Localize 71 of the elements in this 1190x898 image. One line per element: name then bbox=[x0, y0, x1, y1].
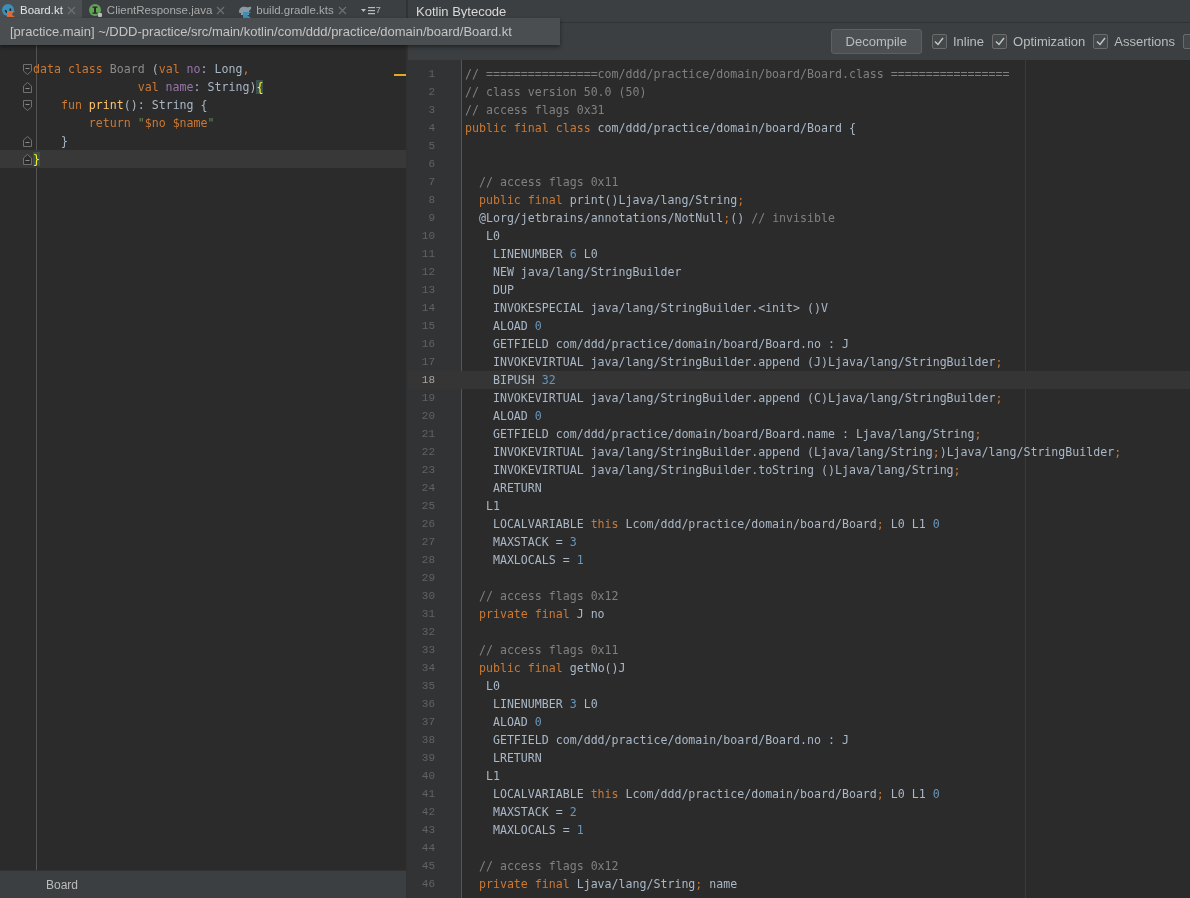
fold-icon bbox=[23, 99, 32, 111]
code-line: GETFIELD com/ddd/practice/domain/board/Board.no : J bbox=[491, 336, 849, 353]
code-line: LINENUMBER 6 L0 bbox=[491, 246, 598, 263]
list-icon bbox=[360, 5, 375, 15]
code-line: fun print(): String { bbox=[59, 97, 208, 114]
code-line: private final J no bbox=[477, 606, 605, 623]
code-line: INVOKEVIRTUAL java/lang/StringBuilder.append (J)Ljava/lang/StringBuilder; bbox=[491, 354, 1003, 371]
code-line: L0 bbox=[484, 228, 500, 245]
code-line: val name: String){ bbox=[136, 79, 264, 96]
warning-stripe-mark bbox=[394, 74, 406, 76]
editor-tab[interactable]: Board.kt bbox=[0, 0, 82, 20]
close-icon bbox=[216, 5, 226, 15]
code-line: // access flags 0x12 bbox=[477, 588, 619, 605]
tab-overflow-button[interactable]: 7 bbox=[360, 5, 381, 15]
tool-window-title: Kotlin Bytecode bbox=[416, 3, 507, 19]
code-line: ALOAD 0 bbox=[491, 318, 542, 335]
code-line: GETFIELD com/ddd/practice/domain/board/Board.no : J bbox=[491, 732, 849, 749]
code-line: // access flags 0x11 bbox=[477, 642, 619, 659]
code-line: } bbox=[59, 133, 68, 150]
code-line: @Lorg/jetbrains/annotations/NotNull;() // invisible bbox=[477, 210, 835, 227]
code-line: L1 bbox=[484, 768, 500, 785]
file-path-tooltip: [practice.main] ~/DDD-practice/src/main/kotlin/com/ddd/practice/domain/board/Board.kt bbox=[0, 18, 560, 45]
code-line: public final class com/ddd/practice/domain/board/Board { bbox=[465, 120, 856, 137]
code-line: DUP bbox=[491, 282, 514, 299]
code-line: LRETURN bbox=[491, 750, 542, 767]
decompile-button[interactable]: Decompile bbox=[830, 29, 922, 54]
code-line: public final print()Ljava/lang/String; bbox=[477, 192, 745, 209]
fold-icon bbox=[23, 135, 32, 147]
code-line: GETFIELD com/ddd/practice/domain/board/Board.name : Ljava/lang/String; bbox=[491, 426, 982, 443]
breadcrumb[interactable]: Board bbox=[46, 877, 79, 892]
checkbox-label[interactable]: Assertions bbox=[1114, 34, 1175, 49]
code-line: private final Ljava/lang/String; name bbox=[477, 876, 738, 893]
code-line: // access flags 0x12 bbox=[477, 858, 619, 875]
code-line: MAXLOCALS = 1 bbox=[491, 552, 584, 569]
code-line: LINENUMBER 3 L0 bbox=[491, 696, 598, 713]
code-line: // class version 50.0 (50) bbox=[465, 84, 647, 101]
code-line: INVOKEVIRTUAL java/lang/StringBuilder.append (Ljava/lang/String;)Ljava/lang/StringBuilder; bbox=[491, 444, 1122, 461]
code-line: MAXSTACK = 3 bbox=[491, 534, 577, 551]
code-line: ALOAD 0 bbox=[491, 408, 542, 425]
code-line: BIPUSH 32 bbox=[491, 372, 556, 389]
checkbox-label[interactable]: Optimization bbox=[1013, 34, 1086, 49]
code-line: data class Board (val no: Long, bbox=[32, 61, 250, 78]
code-line: // ================com/ddd/practice/domain/board/Board.class ================= bbox=[465, 66, 1010, 83]
fold-icon bbox=[23, 153, 32, 165]
code-line: INVOKESPECIAL java/lang/StringBuilder.<init> ()V bbox=[491, 300, 828, 317]
checkbox-label[interactable]: Inline bbox=[952, 34, 985, 49]
line-number: 18 bbox=[420, 374, 435, 386]
code-line: // access flags 0x11 bbox=[477, 174, 619, 191]
code-line: ALOAD 0 bbox=[491, 714, 542, 731]
code-line: ARETURN bbox=[491, 480, 542, 497]
fold-icon bbox=[23, 63, 32, 75]
code-line: INVOKEVIRTUAL java/lang/StringBuilder.toString ()Ljava/lang/String; bbox=[491, 462, 961, 479]
code-line: MAXSTACK = 2 bbox=[491, 804, 577, 821]
checkbox[interactable] bbox=[992, 34, 1008, 49]
code-line: NEW java/lang/StringBuilder bbox=[491, 264, 682, 281]
code-line: INVOKEVIRTUAL java/lang/StringBuilder.append (C)Ljava/lang/StringBuilder; bbox=[491, 390, 1003, 407]
code-line: // access flags 0x31 bbox=[465, 102, 605, 119]
interface-icon bbox=[87, 2, 103, 18]
checkbox[interactable] bbox=[1093, 34, 1109, 49]
fold-icon bbox=[23, 81, 32, 93]
code-line: MAXLOCALS = 1 bbox=[491, 822, 584, 839]
close-icon bbox=[66, 5, 76, 15]
code-line: L1 bbox=[484, 498, 500, 515]
code-line: L0 bbox=[484, 678, 500, 695]
close-icon bbox=[337, 5, 347, 15]
kotlin-class-icon bbox=[1, 2, 16, 18]
code-line: return "$no $name" bbox=[87, 115, 215, 132]
code-line: LOCALVARIABLE this Lcom/ddd/practice/domain/board/Board; L0 L1 0 bbox=[491, 516, 940, 533]
code-line: LOCALVARIABLE this Lcom/ddd/practice/domain/board/Board; L0 L1 0 bbox=[491, 786, 940, 803]
code-line: public final getNo()J bbox=[477, 660, 626, 677]
checkbox[interactable] bbox=[931, 34, 947, 49]
